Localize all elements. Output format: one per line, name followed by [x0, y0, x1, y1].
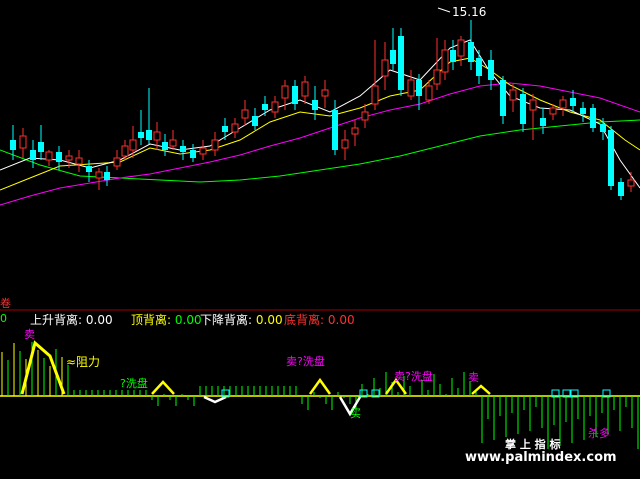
candle-body	[301, 81, 309, 97]
candle-body	[433, 69, 441, 85]
candle-body	[580, 108, 586, 114]
header-rise-divergence-label: 上升背离:	[30, 313, 83, 327]
annotation-sell-washout: 卖?洗盘	[394, 370, 433, 383]
candle-body	[180, 146, 186, 152]
candle-body	[618, 182, 624, 196]
candle-body	[312, 100, 318, 110]
annotation-kill-long: 杀多	[588, 427, 610, 440]
candle-body	[381, 59, 389, 77]
signal-peak-2	[151, 380, 175, 395]
candle-body	[252, 116, 258, 126]
candle-body	[457, 39, 465, 57]
candle-body	[271, 101, 279, 113]
candle-body	[45, 151, 53, 161]
watermark-url: www.palmindex.com	[465, 450, 617, 465]
candle-body	[425, 85, 433, 101]
candle-body	[104, 172, 110, 180]
header-top-divergence: 顶背离: 0.00	[131, 313, 202, 327]
indicator-zero-marker: 0	[0, 312, 7, 325]
candle-body	[398, 36, 404, 90]
candle-body	[509, 89, 517, 101]
candle-body	[129, 139, 137, 151]
header-rise-divergence: 上升背离: 0.00	[30, 313, 113, 327]
signal-dip-1	[203, 395, 227, 404]
candle-body	[211, 139, 219, 151]
candle-body	[146, 130, 152, 140]
candle-body	[390, 50, 396, 64]
candle-body	[570, 98, 576, 106]
annotation-washout: ?洗盘	[120, 377, 148, 390]
candle-body	[441, 49, 449, 73]
candle-body	[540, 118, 546, 126]
signal-peak-1	[20, 340, 66, 395]
header-top-divergence-value: 0.00	[174, 313, 202, 327]
candle-body	[549, 107, 557, 115]
candle-body	[529, 99, 537, 111]
candle-body	[351, 127, 359, 135]
candle-body	[332, 110, 338, 150]
candle-body	[321, 89, 329, 97]
candle-body	[281, 85, 289, 99]
candle-body	[95, 171, 103, 179]
candle-body	[222, 126, 228, 132]
candle-body	[341, 139, 349, 149]
ma5-line	[0, 39, 640, 189]
candle-body	[262, 104, 268, 110]
candle-body	[416, 80, 422, 96]
header-fall-divergence: 下降背离: 0.00	[200, 313, 283, 327]
signal-peak-3	[308, 377, 332, 395]
candle-body	[75, 157, 83, 165]
candle-body	[153, 131, 161, 141]
candle-body	[371, 85, 379, 105]
candle-body	[627, 179, 635, 187]
indicator-left-marker: 卷	[0, 297, 11, 310]
annotation-buy: 买	[350, 407, 361, 420]
candle-body	[10, 140, 16, 150]
candle-body	[608, 130, 614, 186]
candle-body	[488, 60, 494, 80]
header-bottom-divergence-label: 底背离:	[284, 313, 325, 327]
stock-chart-canvas[interactable]	[0, 0, 640, 479]
annotation-sell-washout: 卖?洗盘	[286, 355, 325, 368]
candle-body	[468, 42, 474, 62]
candle-body	[190, 150, 196, 158]
signal-peak-5	[471, 384, 491, 395]
annotation-resistance: ≈阻力	[66, 355, 101, 369]
candle-body	[199, 147, 207, 155]
candle-body	[292, 86, 298, 104]
high-marker-leader	[437, 7, 451, 13]
candle-body	[30, 150, 36, 160]
candle-body	[231, 123, 239, 133]
candle-body	[600, 124, 606, 132]
candle-body	[19, 135, 27, 149]
header-bottom-divergence-value: 0.00	[327, 313, 355, 327]
header-bottom-divergence: 底背离: 0.00	[284, 313, 355, 327]
candle-body	[113, 157, 121, 167]
candle-body	[121, 145, 129, 157]
price-high-label: 15.16	[452, 5, 487, 19]
candlestick-series	[10, 20, 635, 200]
candle-body	[520, 94, 526, 124]
candle-body	[559, 99, 567, 109]
header-fall-divergence-label: 下降背离:	[200, 313, 253, 327]
candle-body	[56, 152, 62, 162]
candle-body	[162, 142, 168, 150]
candle-body	[138, 132, 144, 138]
candle-body	[450, 50, 456, 62]
header-rise-divergence-value: 0.00	[85, 313, 113, 327]
candle-body	[65, 155, 73, 161]
annotation-sell: 卖	[24, 328, 35, 341]
candle-body	[241, 109, 249, 119]
annotation-sell: 卖	[468, 371, 479, 384]
candle-body	[86, 166, 92, 172]
candle-body	[407, 79, 415, 97]
candle-body	[38, 142, 44, 152]
header-top-divergence-label: 顶背离:	[131, 313, 172, 327]
header-fall-divergence-value: 0.00	[255, 313, 283, 327]
candle-body	[361, 111, 369, 121]
candle-body	[169, 139, 177, 147]
candle-body	[476, 58, 482, 76]
candle-body	[500, 80, 506, 116]
candle-body	[590, 108, 596, 128]
